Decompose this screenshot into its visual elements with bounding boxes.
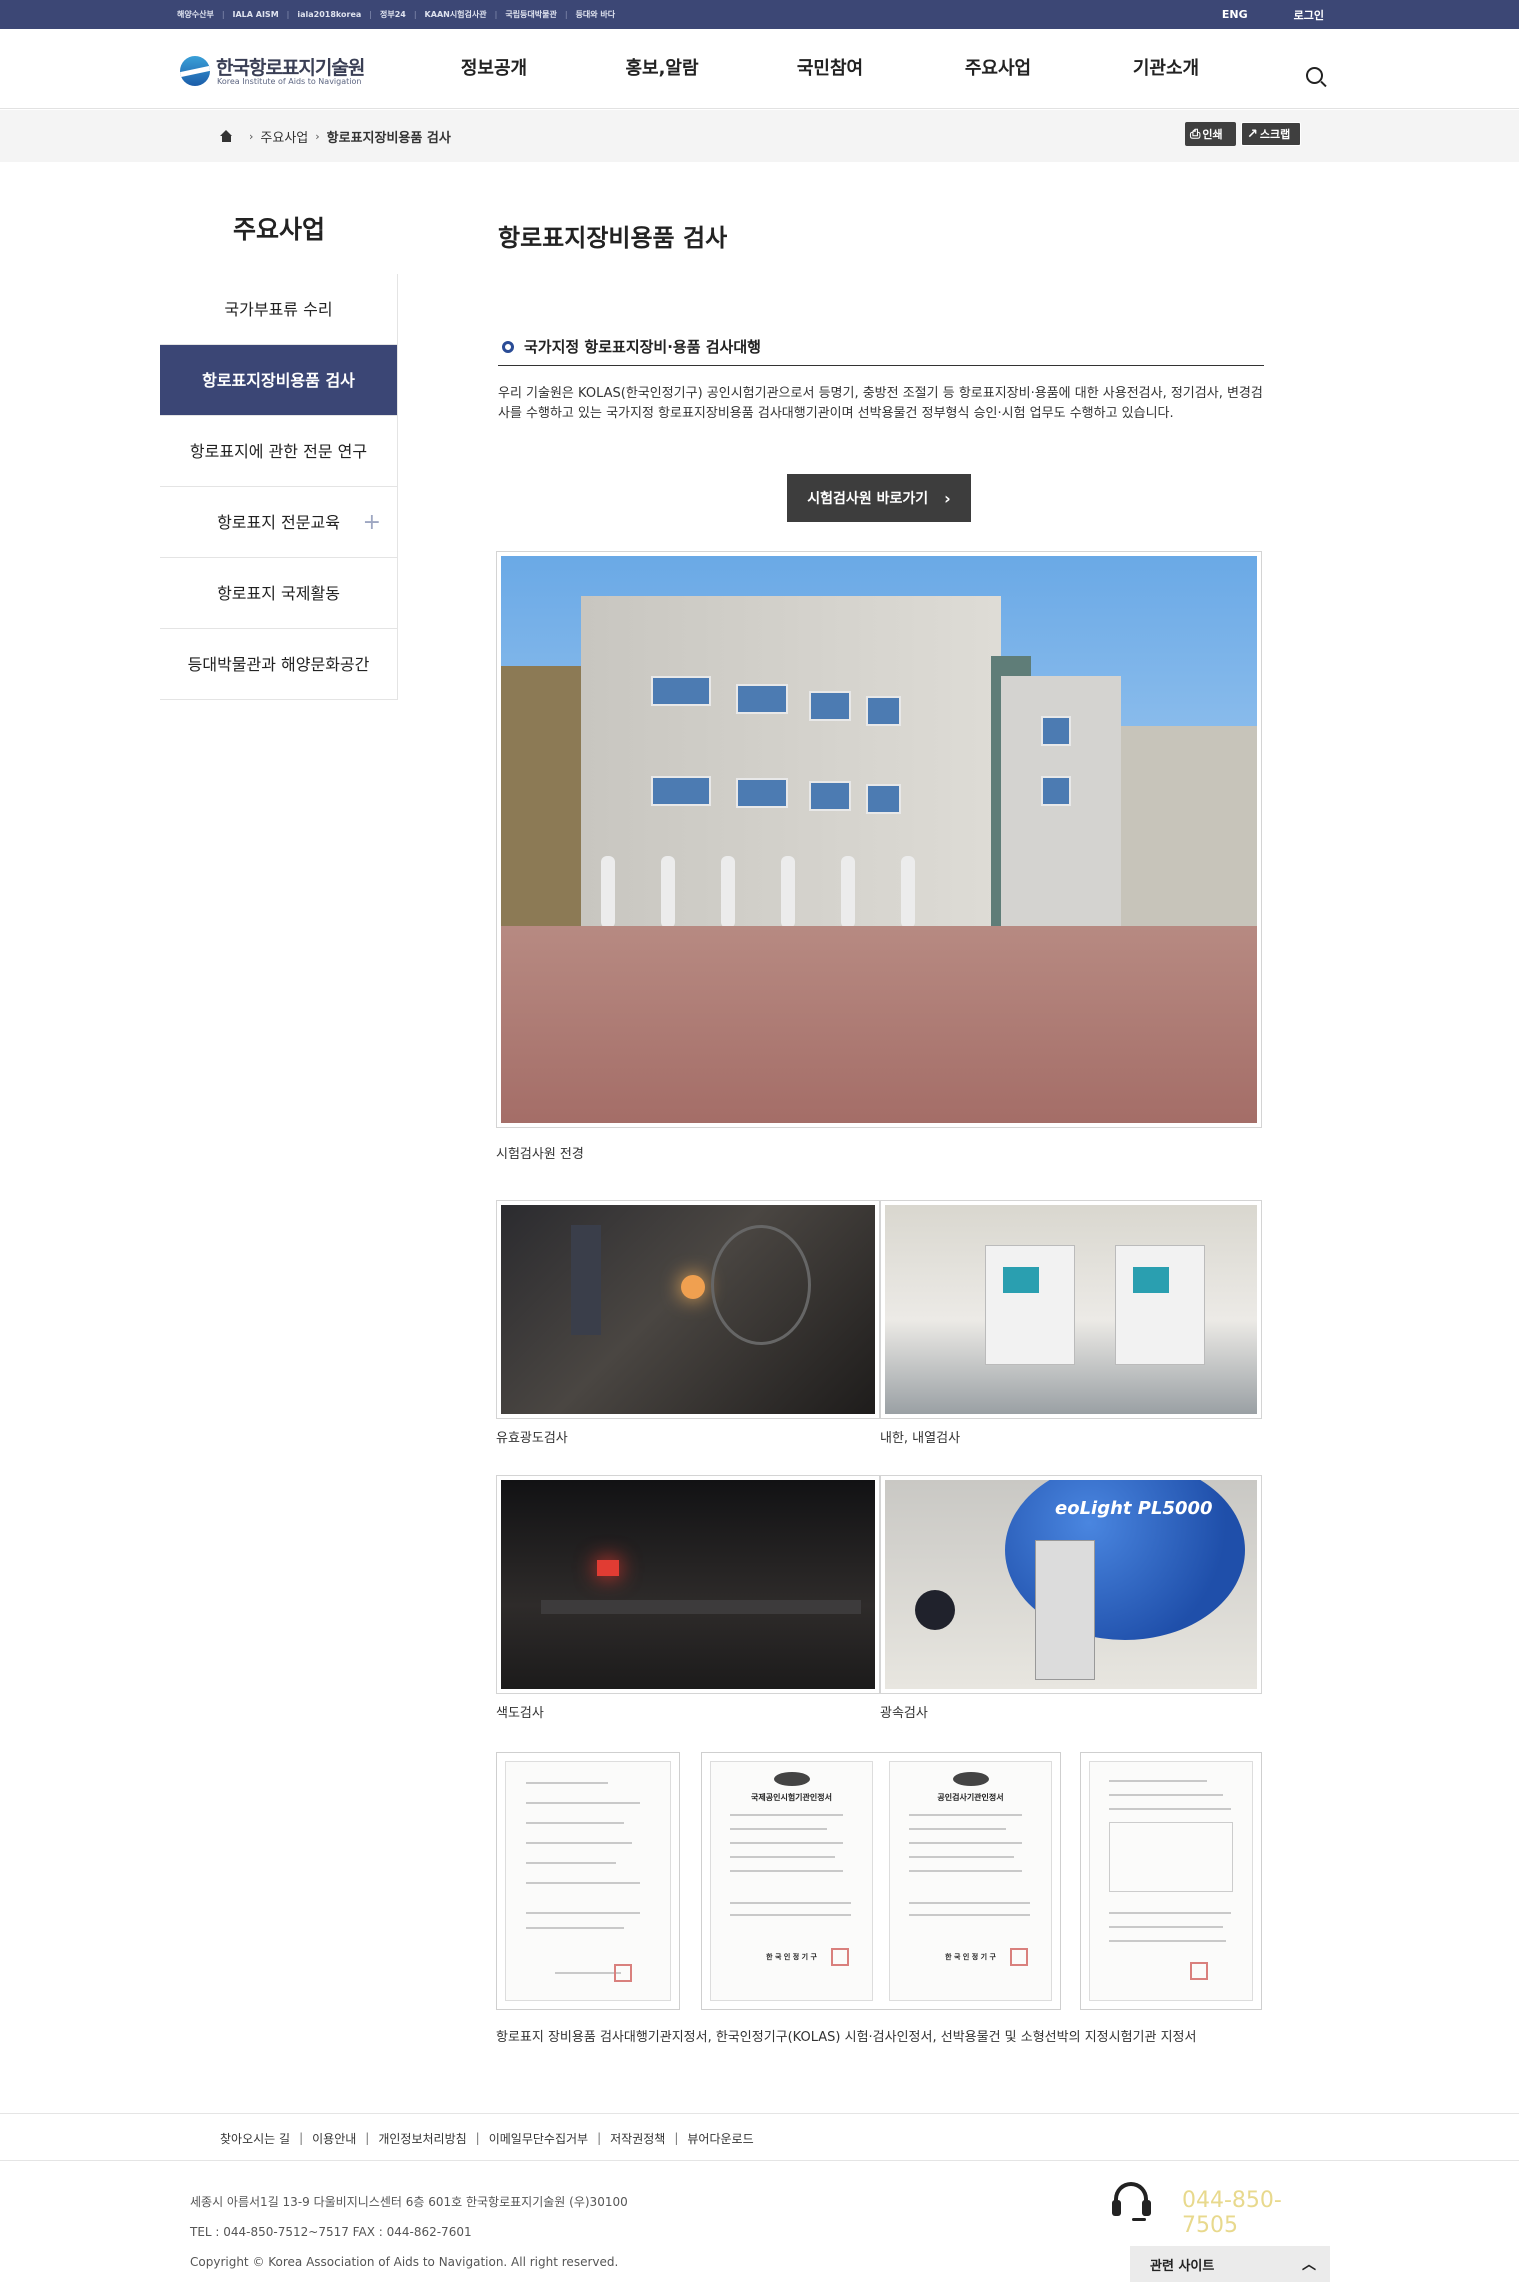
english-link[interactable]: ENG — [1222, 8, 1248, 21]
footer-links: 찾아오시는 길 | 이용안내 | 개인정보처리방침 | 이메일무단수집거부 | 저작권정… — [220, 2130, 754, 2147]
footer-copyright: Copyright © Korea Association of Aids to… — [190, 2255, 619, 2269]
nav-about[interactable]: 기관소개 — [1082, 29, 1250, 109]
expand-plus-icon[interactable]: + — [363, 487, 381, 558]
sidebar-menu: 국가부표류 수리 항로표지장비용품 검사 항로표지에 관한 전문 연구 항로표지… — [160, 274, 398, 700]
certificate-designation — [496, 1752, 680, 2010]
sidebar-item-buoy-repair[interactable]: 국가부표류 수리 — [160, 274, 397, 345]
certificate-images: 국제공인시험기관인정서 한 국 인 정 기 구 공인검사기관인정서 한 국 인 … — [496, 1752, 1262, 2010]
building-caption: 시험검사원 전경 — [496, 1147, 584, 1162]
scrap-button[interactable]: ↗ 스크랩 — [1241, 122, 1301, 146]
chromaticity-caption: 색도검사 — [496, 1706, 544, 1721]
sidebar-item-research[interactable]: 항로표지에 관한 전문 연구 — [160, 416, 397, 487]
home-icon[interactable] — [220, 130, 233, 142]
footer-links-bar: 찾아오시는 길 | 이용안내 | 개인정보처리방침 | 이메일무단수집거부 | 저작권정… — [0, 2113, 1519, 2161]
chevron-right-icon: › — [249, 129, 254, 143]
sidebar-item-international[interactable]: 항로표지 국제활동 — [160, 558, 397, 629]
nav-pr[interactable]: 홍보,알람 — [578, 29, 746, 109]
site-header: 한국항로표지기술원 Korea Institute of Aids to Nav… — [0, 29, 1519, 109]
headset-icon — [1110, 2182, 1152, 2224]
footer-tel-fax: TEL : 044-850-7512~7517 FAX : 044-862-76… — [190, 2225, 472, 2239]
luminous-intensity-caption: 유효광도검사 — [496, 1431, 568, 1446]
kolas-logo-icon — [773, 1772, 810, 1786]
customer-center: 044-850-7505 — [1110, 2180, 1330, 2238]
breadcrumb-item[interactable]: 주요사업 — [260, 127, 308, 146]
logo-english: Korea Institute of Aids to Navigation — [217, 77, 362, 86]
sphere-label: eoLight PL5000 — [1055, 1498, 1213, 1519]
footer-link-directions[interactable]: 찾아오시는 길 — [220, 2130, 290, 2147]
luminous-intensity-photo — [496, 1200, 880, 1419]
test-institute-link-button[interactable]: 시험검사원 바로가기 › — [787, 474, 971, 522]
related-sites-dropdown[interactable]: 관련 사이트 ︿ — [1130, 2246, 1330, 2282]
certificate-caption: 항로표지 장비용품 검사대행기관지정서, 한국인정기구(KOLAS) 시험·검사… — [496, 2030, 1197, 2045]
chevron-right-icon: › — [315, 129, 320, 143]
circle-bullet-icon — [502, 341, 514, 353]
section-heading: 국가지정 항로표지장비·용품 검사대행 — [498, 336, 1264, 366]
site-logo[interactable]: 한국항로표지기술원 Korea Institute of Aids to Nav… — [180, 53, 400, 93]
footer-link-copyright[interactable]: 저작권정책 — [610, 2130, 665, 2147]
page-title: 항로표지장비용품 검사 — [498, 224, 728, 252]
search-icon[interactable] — [1306, 67, 1328, 89]
breadcrumb-current: 항로표지장비용품 검사 — [326, 130, 451, 146]
nav-business[interactable]: 주요사업 — [914, 29, 1082, 109]
sidebar-title: 주요사업 — [232, 215, 325, 244]
util-link-iala2018[interactable]: iala2018korea — [297, 10, 361, 19]
footer-address: 세종시 아름서1길 13-9 다울비지니스센터 6층 601호 한국항로표지기술… — [190, 2195, 628, 2209]
utility-bar: 해양수산부 | IALA AISM | iala2018korea | 정부24 | K… — [0, 0, 1519, 29]
footer-link-email-policy[interactable]: 이메일무단수집거부 — [489, 2130, 588, 2147]
kolas-logo-icon — [952, 1772, 989, 1786]
breadcrumb: › 주요사업 › 항로표지장비용품 검사 — [220, 110, 451, 162]
util-link-mof[interactable]: 해양수산부 — [177, 9, 214, 20]
logo-korean: 한국항로표지기술원 — [216, 57, 365, 79]
login-link[interactable]: 로그인 — [1294, 7, 1324, 23]
sidebar-item-education[interactable]: 항로표지 전문교육 + — [160, 487, 397, 558]
certificate-marine-equipment — [1080, 1752, 1262, 2010]
print-button[interactable]: ⎙ 인쇄 — [1185, 122, 1236, 146]
building-photo — [496, 551, 1262, 1128]
footer-info: 세종시 아름서1길 13-9 다울비지니스센터 6층 601호 한국항로표지기술… — [190, 2187, 628, 2277]
temperature-test-photo — [880, 1200, 1262, 1419]
footer-link-viewer[interactable]: 뷰어다운로드 — [687, 2130, 753, 2147]
cert-title-2: 공인검사기관인정서 — [937, 1793, 1004, 1802]
util-link-iala[interactable]: IALA AISM — [233, 10, 279, 19]
main-navigation: 정보공개 홍보,알람 국민참여 주요사업 기관소개 — [410, 29, 1250, 109]
logo-emblem-icon — [180, 56, 210, 86]
util-link-museum[interactable]: 국립등대박물관 — [505, 9, 557, 20]
luminous-flux-caption: 광속검사 — [880, 1706, 928, 1721]
chevron-up-icon: ︿ — [1302, 2257, 1316, 2273]
cert-title-1: 국제공인시험기관인정서 — [751, 1793, 832, 1802]
sidebar-item-museum[interactable]: 등대박물관과 해양문화공간 — [160, 629, 397, 700]
luminous-flux-photo: eoLight PL5000 — [880, 1475, 1262, 1694]
chevron-right-icon: › — [944, 488, 951, 508]
util-link-kaan[interactable]: KAAN시험검사관 — [425, 9, 487, 20]
breadcrumb-bar: › 주요사업 › 항로표지장비용품 검사 ⎙ 인쇄 ↗ 스크랩 — [0, 110, 1519, 162]
chromaticity-photo — [496, 1475, 880, 1694]
util-link-lighthouse[interactable]: 등대와 바다 — [576, 9, 616, 20]
footer-link-guide[interactable]: 이용안내 — [312, 2130, 356, 2147]
certificate-kolas-inspection: 공인검사기관인정서 한 국 인 정 기 구 — [881, 1752, 1061, 2010]
temperature-test-caption: 내한, 내열검사 — [880, 1431, 961, 1446]
certificate-kolas-testing: 국제공인시험기관인정서 한 국 인 정 기 구 — [701, 1752, 881, 2010]
nav-participation[interactable]: 국민참여 — [746, 29, 914, 109]
printer-icon: ⎙ — [1190, 126, 1201, 142]
nav-info-disclosure[interactable]: 정보공개 — [410, 29, 578, 109]
customer-phone: 044-850-7505 — [1182, 2188, 1282, 2238]
footer-link-privacy[interactable]: 개인정보처리방침 — [378, 2130, 466, 2147]
sidebar-item-equipment-inspection[interactable]: 항로표지장비용품 검사 — [160, 345, 397, 416]
util-link-gov24[interactable]: 정부24 — [380, 9, 406, 20]
family-site-links: 해양수산부 | IALA AISM | iala2018korea | 정부24 | K… — [177, 9, 616, 20]
intro-paragraph: 우리 기술원은 KOLAS(한국인정기구) 공인시험기관으로서 등명기, 충방전… — [498, 386, 1263, 421]
share-icon: ↗ — [1247, 126, 1258, 142]
top-right-links: ENG 로그인 — [1176, 0, 1324, 29]
